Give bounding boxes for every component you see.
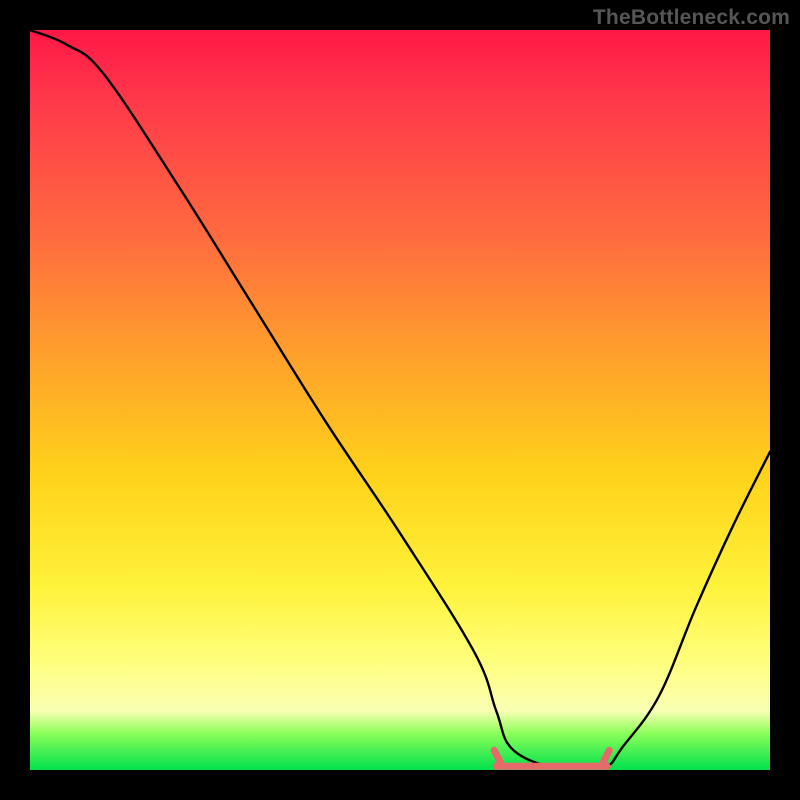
chart-stage: TheBottleneck.com (0, 0, 800, 800)
curve-layer (30, 30, 770, 770)
bottleneck-curve (30, 30, 770, 768)
gradient-plot-area (30, 30, 770, 770)
watermark-text: TheBottleneck.com (593, 6, 790, 30)
